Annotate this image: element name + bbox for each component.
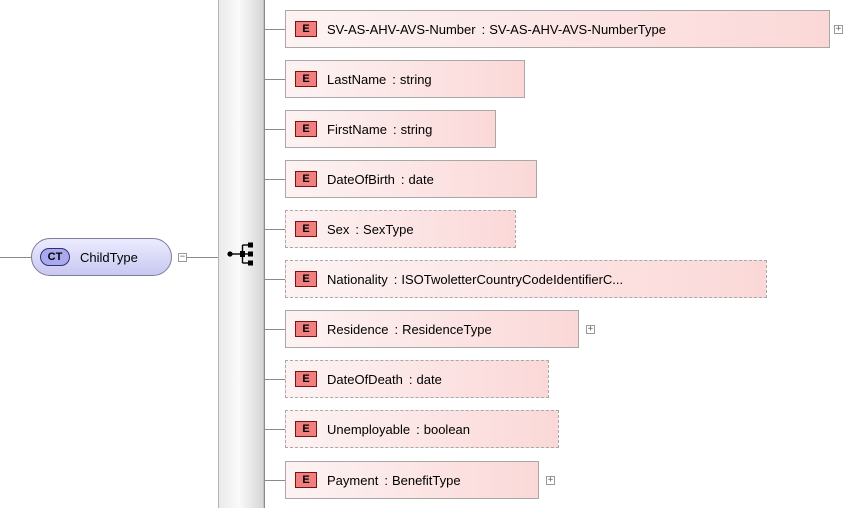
connector-line [264,429,285,430]
element-badge: E [295,371,317,387]
element-badge: E [295,221,317,237]
sequence-icon [227,242,253,266]
element-type: date [416,371,442,387]
type-separator: : [393,271,398,287]
element-name: Residence [327,321,389,337]
expand-toggle[interactable]: + [834,25,843,34]
element-name: LastName [327,71,387,87]
complex-type-node[interactable]: CT ChildType [31,238,172,276]
connector-line [0,257,31,258]
connector-line [264,329,285,330]
element-node[interactable]: E FirstName: string [285,110,496,148]
element-node[interactable]: E Unemployable: boolean [285,410,559,448]
connector-line [264,229,285,230]
connector-line [264,480,285,481]
connector-line [264,129,285,130]
type-separator: : [408,371,413,387]
connector-line [264,279,285,280]
element-node[interactable]: E SV-AS-AHV-AVS-Number: SV-AS-AHV-AVS-Numb… [285,10,830,48]
type-separator: : [384,472,388,488]
connector-line [264,379,285,380]
element-node[interactable]: E LastName: string [285,60,525,98]
element-type: string [399,71,432,87]
element-badge: E [295,421,317,437]
connector-line [264,179,285,180]
type-separator: : [481,21,486,37]
connector-line [264,79,285,80]
complex-type-badge: CT [40,248,70,266]
element-badge: E [295,121,317,137]
element-node[interactable]: E DateOfDeath: date [285,360,549,398]
connector-line [264,29,285,30]
element-name: Unemployable [327,421,411,437]
collapse-toggle[interactable]: − [178,253,187,262]
element-node[interactable]: E DateOfBirth: date [285,160,537,198]
element-type: boolean [423,421,471,437]
element-node[interactable]: E Payment: BenefitType [285,461,539,499]
element-type: string [400,121,433,137]
element-name: DateOfDeath [327,371,403,387]
complex-type-name: ChildType [80,249,138,265]
element-node[interactable]: E Residence: ResidenceType [285,310,579,348]
type-separator: : [416,421,420,437]
element-badge: E [295,321,317,337]
expand-toggle[interactable]: + [586,325,595,334]
element-name: FirstName [327,121,387,137]
element-type: SexType [363,221,414,237]
element-type: ResidenceType [402,321,492,337]
element-name: Nationality [327,271,388,287]
type-separator: : [400,171,405,187]
element-badge: E [295,71,317,87]
element-type: ISOTwoletterCountryCodeIdentifierC... [401,271,624,287]
element-badge: E [295,271,317,287]
element-name: Sex [327,221,350,237]
element-name: SV-AS-AHV-AVS-Number [327,21,476,37]
element-type: date [408,171,434,187]
element-badge: E [295,472,317,488]
element-name: DateOfBirth [327,171,395,187]
element-type: SV-AS-AHV-AVS-NumberType [489,21,666,37]
element-badge: E [295,171,317,187]
type-separator: : [394,321,399,337]
element-name: Payment [327,472,379,488]
expand-toggle[interactable]: + [546,476,555,485]
element-node[interactable]: E Nationality: ISOTwoletterCountryCodeIden… [285,260,767,298]
element-type: BenefitType [391,472,461,488]
element-badge: E [295,21,317,37]
type-separator: : [355,221,360,237]
type-separator: : [392,121,397,137]
type-separator: : [392,71,396,87]
element-node[interactable]: E Sex: SexType [285,210,516,248]
tree-spine [264,0,265,508]
